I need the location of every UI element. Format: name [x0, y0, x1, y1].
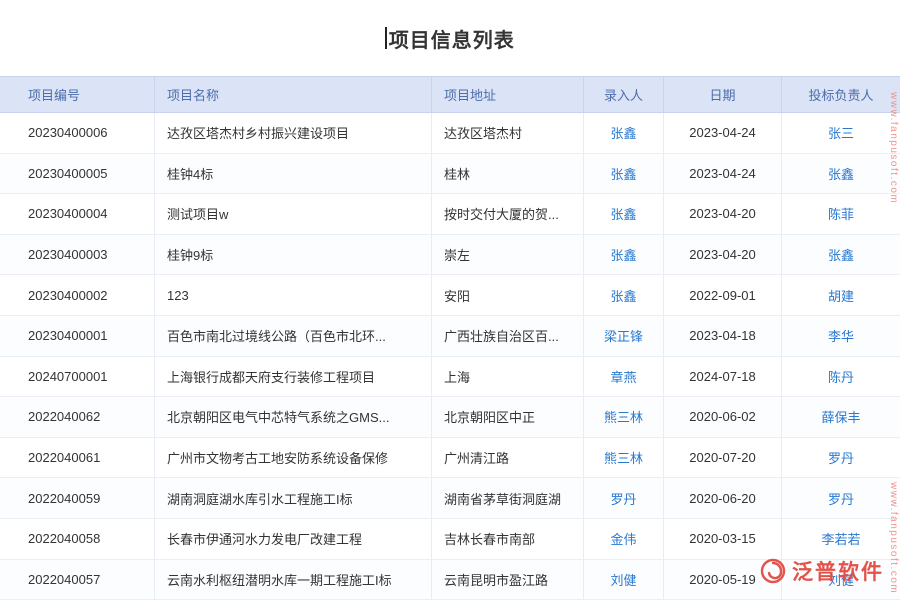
cell-manager[interactable]: 李华: [782, 316, 900, 356]
cell-date: 2023-04-24: [664, 113, 782, 153]
cell-id: 2022040059: [0, 478, 155, 518]
cell-date: 2023-04-20: [664, 194, 782, 234]
cell-name: 广州市文物考古工地安防系统设备保修: [155, 438, 432, 478]
cell-entry[interactable]: 张鑫: [584, 194, 664, 234]
cell-entry[interactable]: 章燕: [584, 357, 664, 397]
column-header-manager: 投标负责人: [782, 77, 900, 112]
text-cursor: [385, 27, 387, 49]
cell-date: 2020-05-19: [664, 560, 782, 600]
cell-address: 崇左: [432, 235, 584, 275]
column-header-id: 项目编号: [0, 77, 155, 112]
cell-entry[interactable]: 张鑫: [584, 275, 664, 315]
cell-id: 2022040057: [0, 560, 155, 600]
page: 项目信息列表 项目编号项目名称项目地址录入人日期投标负责人 2023040000…: [0, 0, 900, 600]
table-row: 2022040062北京朝阳区电气中芯特气系统之GMS...北京朝阳区中正熊三林…: [0, 397, 900, 438]
table-body: 20230400006达孜区塔杰村乡村振兴建设项目达孜区塔杰村张鑫2023-04…: [0, 113, 900, 600]
cell-date: 2020-03-15: [664, 519, 782, 559]
column-header-address: 项目地址: [432, 77, 584, 112]
cell-address: 吉林长春市南部: [432, 519, 584, 559]
cell-manager[interactable]: 刘健: [782, 560, 900, 600]
table-row: 20240700001上海银行成都天府支行装修工程项目上海章燕2024-07-1…: [0, 357, 900, 398]
cell-manager[interactable]: 薛保丰: [782, 397, 900, 437]
cell-address: 按时交付大厦的贺...: [432, 194, 584, 234]
cell-manager[interactable]: 陈丹: [782, 357, 900, 397]
cell-date: 2024-07-18: [664, 357, 782, 397]
cell-entry[interactable]: 张鑫: [584, 235, 664, 275]
column-header-date: 日期: [664, 77, 782, 112]
cell-id: 20230400002: [0, 275, 155, 315]
table-row: 20230400002123安阳张鑫2022-09-01胡建: [0, 275, 900, 316]
cell-entry[interactable]: 张鑫: [584, 154, 664, 194]
cell-id: 2022040058: [0, 519, 155, 559]
cell-date: 2020-06-02: [664, 397, 782, 437]
cell-address: 桂林: [432, 154, 584, 194]
cell-date: 2022-09-01: [664, 275, 782, 315]
cell-address: 安阳: [432, 275, 584, 315]
cell-name: 云南水利枢纽潜明水库一期工程施工I标: [155, 560, 432, 600]
table-row: 2022040059湖南洞庭湖水库引水工程施工I标湖南省茅草街洞庭湖罗丹2020…: [0, 478, 900, 519]
cell-entry[interactable]: 张鑫: [584, 113, 664, 153]
page-title: 项目信息列表: [389, 24, 515, 53]
cell-date: 2020-07-20: [664, 438, 782, 478]
cell-manager[interactable]: 胡建: [782, 275, 900, 315]
cell-name: 上海银行成都天府支行装修工程项目: [155, 357, 432, 397]
table-row: 2022040057云南水利枢纽潜明水库一期工程施工I标云南昆明市盈江路刘健20…: [0, 560, 900, 600]
cell-entry[interactable]: 刘健: [584, 560, 664, 600]
cell-name: 123: [155, 275, 432, 315]
cell-address: 广州清江路: [432, 438, 584, 478]
table-row: 20230400005桂钟4标桂林张鑫2023-04-24张鑫: [0, 154, 900, 195]
cell-manager[interactable]: 张鑫: [782, 154, 900, 194]
column-header-name: 项目名称: [155, 77, 432, 112]
cell-name: 北京朝阳区电气中芯特气系统之GMS...: [155, 397, 432, 437]
cell-entry[interactable]: 熊三林: [584, 397, 664, 437]
column-header-entry: 录入人: [584, 77, 664, 112]
project-table: 项目编号项目名称项目地址录入人日期投标负责人 20230400006达孜区塔杰村…: [0, 76, 900, 600]
cell-date: 2020-06-20: [664, 478, 782, 518]
cell-id: 20240700001: [0, 357, 155, 397]
cell-date: 2023-04-18: [664, 316, 782, 356]
cell-entry[interactable]: 熊三林: [584, 438, 664, 478]
cell-manager[interactable]: 张三: [782, 113, 900, 153]
table-row: 2022040061广州市文物考古工地安防系统设备保修广州清江路熊三林2020-…: [0, 438, 900, 479]
cell-name: 桂钟4标: [155, 154, 432, 194]
cell-date: 2023-04-20: [664, 235, 782, 275]
cell-address: 北京朝阳区中正: [432, 397, 584, 437]
cell-id: 20230400004: [0, 194, 155, 234]
cell-name: 长春市伊通河水力发电厂改建工程: [155, 519, 432, 559]
table-row: 20230400006达孜区塔杰村乡村振兴建设项目达孜区塔杰村张鑫2023-04…: [0, 113, 900, 154]
cell-id: 20230400003: [0, 235, 155, 275]
cell-name: 测试项目w: [155, 194, 432, 234]
cell-address: 云南昆明市盈江路: [432, 560, 584, 600]
table-row: 2022040058长春市伊通河水力发电厂改建工程吉林长春市南部金伟2020-0…: [0, 519, 900, 560]
cell-address: 上海: [432, 357, 584, 397]
cell-address: 达孜区塔杰村: [432, 113, 584, 153]
cell-name: 百色市南北过境线公路（百色市北环...: [155, 316, 432, 356]
title-bar: 项目信息列表: [0, 0, 900, 76]
cell-id: 20230400005: [0, 154, 155, 194]
table-header-row: 项目编号项目名称项目地址录入人日期投标负责人: [0, 76, 900, 113]
cell-name: 湖南洞庭湖水库引水工程施工I标: [155, 478, 432, 518]
cell-address: 湖南省茅草街洞庭湖: [432, 478, 584, 518]
cell-id: 2022040062: [0, 397, 155, 437]
cell-manager[interactable]: 罗丹: [782, 478, 900, 518]
table-row: 20230400003桂钟9标崇左张鑫2023-04-20张鑫: [0, 235, 900, 276]
cell-manager[interactable]: 张鑫: [782, 235, 900, 275]
cell-id: 20230400001: [0, 316, 155, 356]
cell-entry[interactable]: 金伟: [584, 519, 664, 559]
cell-id: 20230400006: [0, 113, 155, 153]
cell-manager[interactable]: 罗丹: [782, 438, 900, 478]
cell-name: 达孜区塔杰村乡村振兴建设项目: [155, 113, 432, 153]
cell-id: 2022040061: [0, 438, 155, 478]
cell-manager[interactable]: 陈菲: [782, 194, 900, 234]
cell-entry[interactable]: 罗丹: [584, 478, 664, 518]
cell-manager[interactable]: 李若若: [782, 519, 900, 559]
table-row: 20230400001百色市南北过境线公路（百色市北环...广西壮族自治区百..…: [0, 316, 900, 357]
cell-entry[interactable]: 梁正锋: [584, 316, 664, 356]
table-row: 20230400004测试项目w按时交付大厦的贺...张鑫2023-04-20陈…: [0, 194, 900, 235]
cell-name: 桂钟9标: [155, 235, 432, 275]
cell-date: 2023-04-24: [664, 154, 782, 194]
cell-address: 广西壮族自治区百...: [432, 316, 584, 356]
